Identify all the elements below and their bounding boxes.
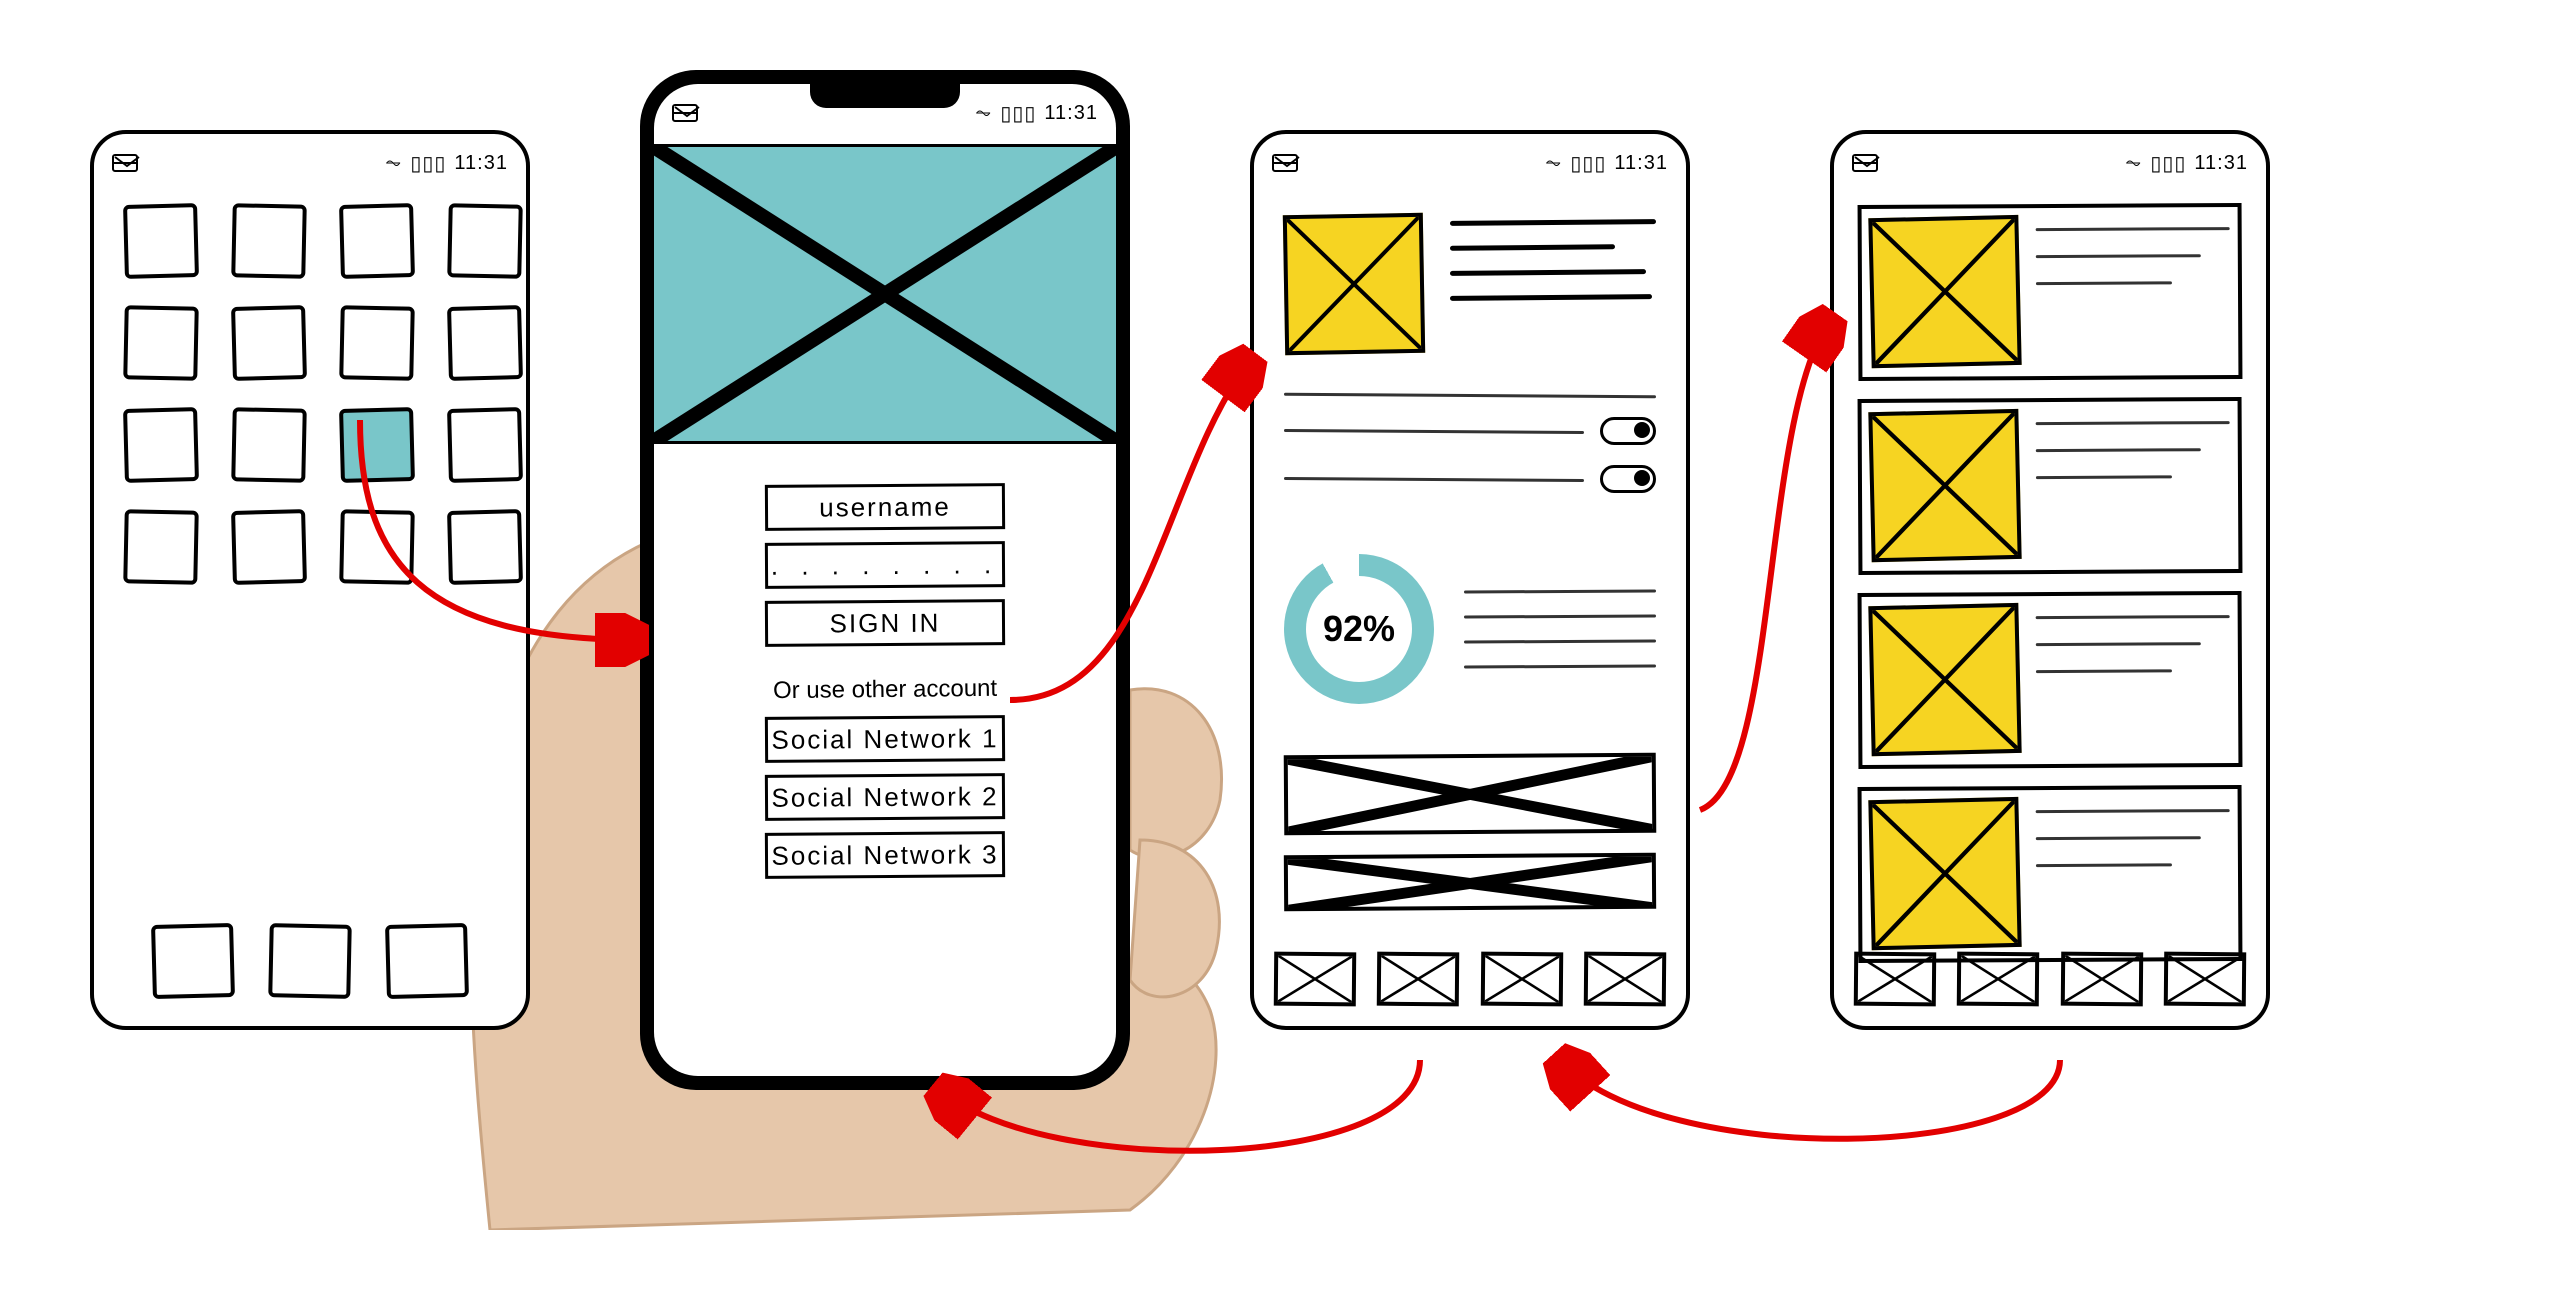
social-signin-2[interactable]: Social Network 2: [765, 773, 1005, 821]
alt-signin-label: Or use other account: [773, 675, 997, 705]
status-right: ⏦ ▯▯▯ 11:31: [975, 101, 1098, 126]
signal-icon: ▯▯▯: [1570, 151, 1606, 176]
tab-bar: [1274, 952, 1666, 1006]
tab-item[interactable]: [1584, 952, 1666, 1007]
screen-home: ⏦ ▯▯▯ 11:31: [90, 130, 530, 1030]
wifi-icon: ⏦: [2125, 152, 2142, 175]
app-icon[interactable]: [231, 509, 307, 585]
app-icon[interactable]: [447, 305, 523, 381]
status-time: 11:31: [1614, 152, 1668, 175]
social-label: Social Network 1: [771, 723, 998, 756]
tab-item[interactable]: [1957, 952, 2039, 1007]
tab-item[interactable]: [1274, 952, 1356, 1007]
app-icon[interactable]: [231, 305, 307, 381]
wifi-icon: ⏦: [385, 152, 402, 175]
list-thumb: [1868, 409, 2021, 562]
dock-icon[interactable]: [268, 923, 352, 999]
tab-item[interactable]: [2164, 952, 2246, 1007]
dock: [134, 924, 486, 998]
username-label: username: [819, 491, 951, 523]
list-card[interactable]: [1858, 397, 2243, 575]
signal-icon: ▯▯▯: [410, 151, 446, 176]
signin-button[interactable]: SIGN IN: [765, 599, 1005, 647]
status-time: 11:31: [1044, 102, 1098, 125]
social-signin-1[interactable]: Social Network 1: [765, 715, 1005, 763]
app-icon[interactable]: [123, 407, 199, 483]
app-icon[interactable]: [339, 509, 415, 585]
app-grid: [124, 204, 496, 584]
username-input[interactable]: username: [765, 483, 1005, 531]
dock-icon[interactable]: [151, 923, 235, 999]
password-input[interactable]: . . . . . . . .: [765, 541, 1005, 589]
app-icon[interactable]: [447, 407, 523, 483]
mail-icon: [1272, 154, 1298, 172]
toggle-switch[interactable]: [1600, 417, 1656, 445]
list-thumb: [1868, 215, 2021, 368]
app-icon[interactable]: [339, 305, 415, 381]
tab-bar: [1854, 952, 2246, 1006]
wireframe-flow-diagram: ⏦ ▯▯▯ 11:31: [0, 60, 2560, 1240]
banner-placeholder[interactable]: [1284, 853, 1656, 912]
title-lines: [1450, 214, 1656, 354]
screen-list: ⏦ ▯▯▯ 11:31: [1830, 130, 2270, 1030]
signal-icon: ▯▯▯: [2150, 151, 2186, 176]
list-thumb: [1868, 603, 2021, 756]
status-right: ⏦ ▯▯▯ 11:31: [2125, 151, 2248, 176]
app-icon[interactable]: [231, 203, 307, 279]
app-icon[interactable]: [123, 509, 199, 585]
progress-lines: [1464, 590, 1656, 668]
banner-placeholder[interactable]: [1284, 753, 1657, 836]
status-bar: ⏦ ▯▯▯ 11:31: [1254, 146, 1686, 180]
social-label: Social Network 3: [771, 839, 998, 872]
tab-item[interactable]: [2060, 952, 2142, 1007]
status-time: 11:31: [454, 152, 508, 175]
signal-icon: ▯▯▯: [1000, 101, 1036, 126]
app-icon[interactable]: [447, 509, 523, 585]
profile-image-placeholder: [1283, 213, 1425, 355]
app-icon[interactable]: [123, 203, 199, 279]
wifi-icon: ⏦: [975, 102, 992, 125]
status-time: 11:31: [2194, 152, 2248, 175]
progress-donut: 92%: [1284, 554, 1434, 704]
list-card[interactable]: [1858, 591, 2243, 769]
tab-item[interactable]: [1377, 952, 1459, 1007]
app-icon[interactable]: [339, 203, 415, 279]
app-icon[interactable]: [447, 203, 523, 279]
list-card[interactable]: [1858, 203, 2243, 381]
mail-icon: [1852, 154, 1878, 172]
app-icon[interactable]: [231, 407, 307, 483]
mail-icon: [672, 104, 698, 122]
status-right: ⏦ ▯▯▯ 11:31: [385, 151, 508, 176]
social-label: Social Network 2: [771, 781, 998, 814]
app-icon[interactable]: [123, 305, 199, 381]
password-mask: . . . . . . . .: [771, 549, 1000, 582]
app-icon-highlighted[interactable]: [339, 407, 415, 483]
progress-percent: 92%: [1284, 554, 1434, 704]
status-bar: ⏦ ▯▯▯ 11:31: [94, 146, 526, 180]
settings-rows: [1284, 394, 1656, 493]
screen-signin: ⏦ ▯▯▯ 11:31 username . . . . . . . . SI: [640, 70, 1130, 1090]
list-card[interactable]: [1858, 785, 2243, 963]
signin-label: SIGN IN: [829, 607, 940, 639]
signin-form: username . . . . . . . . SIGN IN Or use …: [654, 484, 1116, 878]
tab-item[interactable]: [1854, 952, 1936, 1007]
status-bar: ⏦ ▯▯▯ 11:31: [1834, 146, 2266, 180]
toggle-switch[interactable]: [1600, 465, 1656, 493]
tab-item[interactable]: [1480, 952, 1562, 1007]
wifi-icon: ⏦: [1545, 152, 1562, 175]
phone-notch: [810, 84, 960, 108]
status-right: ⏦ ▯▯▯ 11:31: [1545, 151, 1668, 176]
dock-icon[interactable]: [385, 923, 469, 999]
hero-image-placeholder: [654, 144, 1116, 444]
mail-icon: [112, 154, 138, 172]
social-signin-3[interactable]: Social Network 3: [765, 831, 1005, 879]
screen-dashboard: ⏦ ▯▯▯ 11:31 92%: [1250, 130, 1690, 1030]
list-thumb: [1868, 797, 2021, 950]
